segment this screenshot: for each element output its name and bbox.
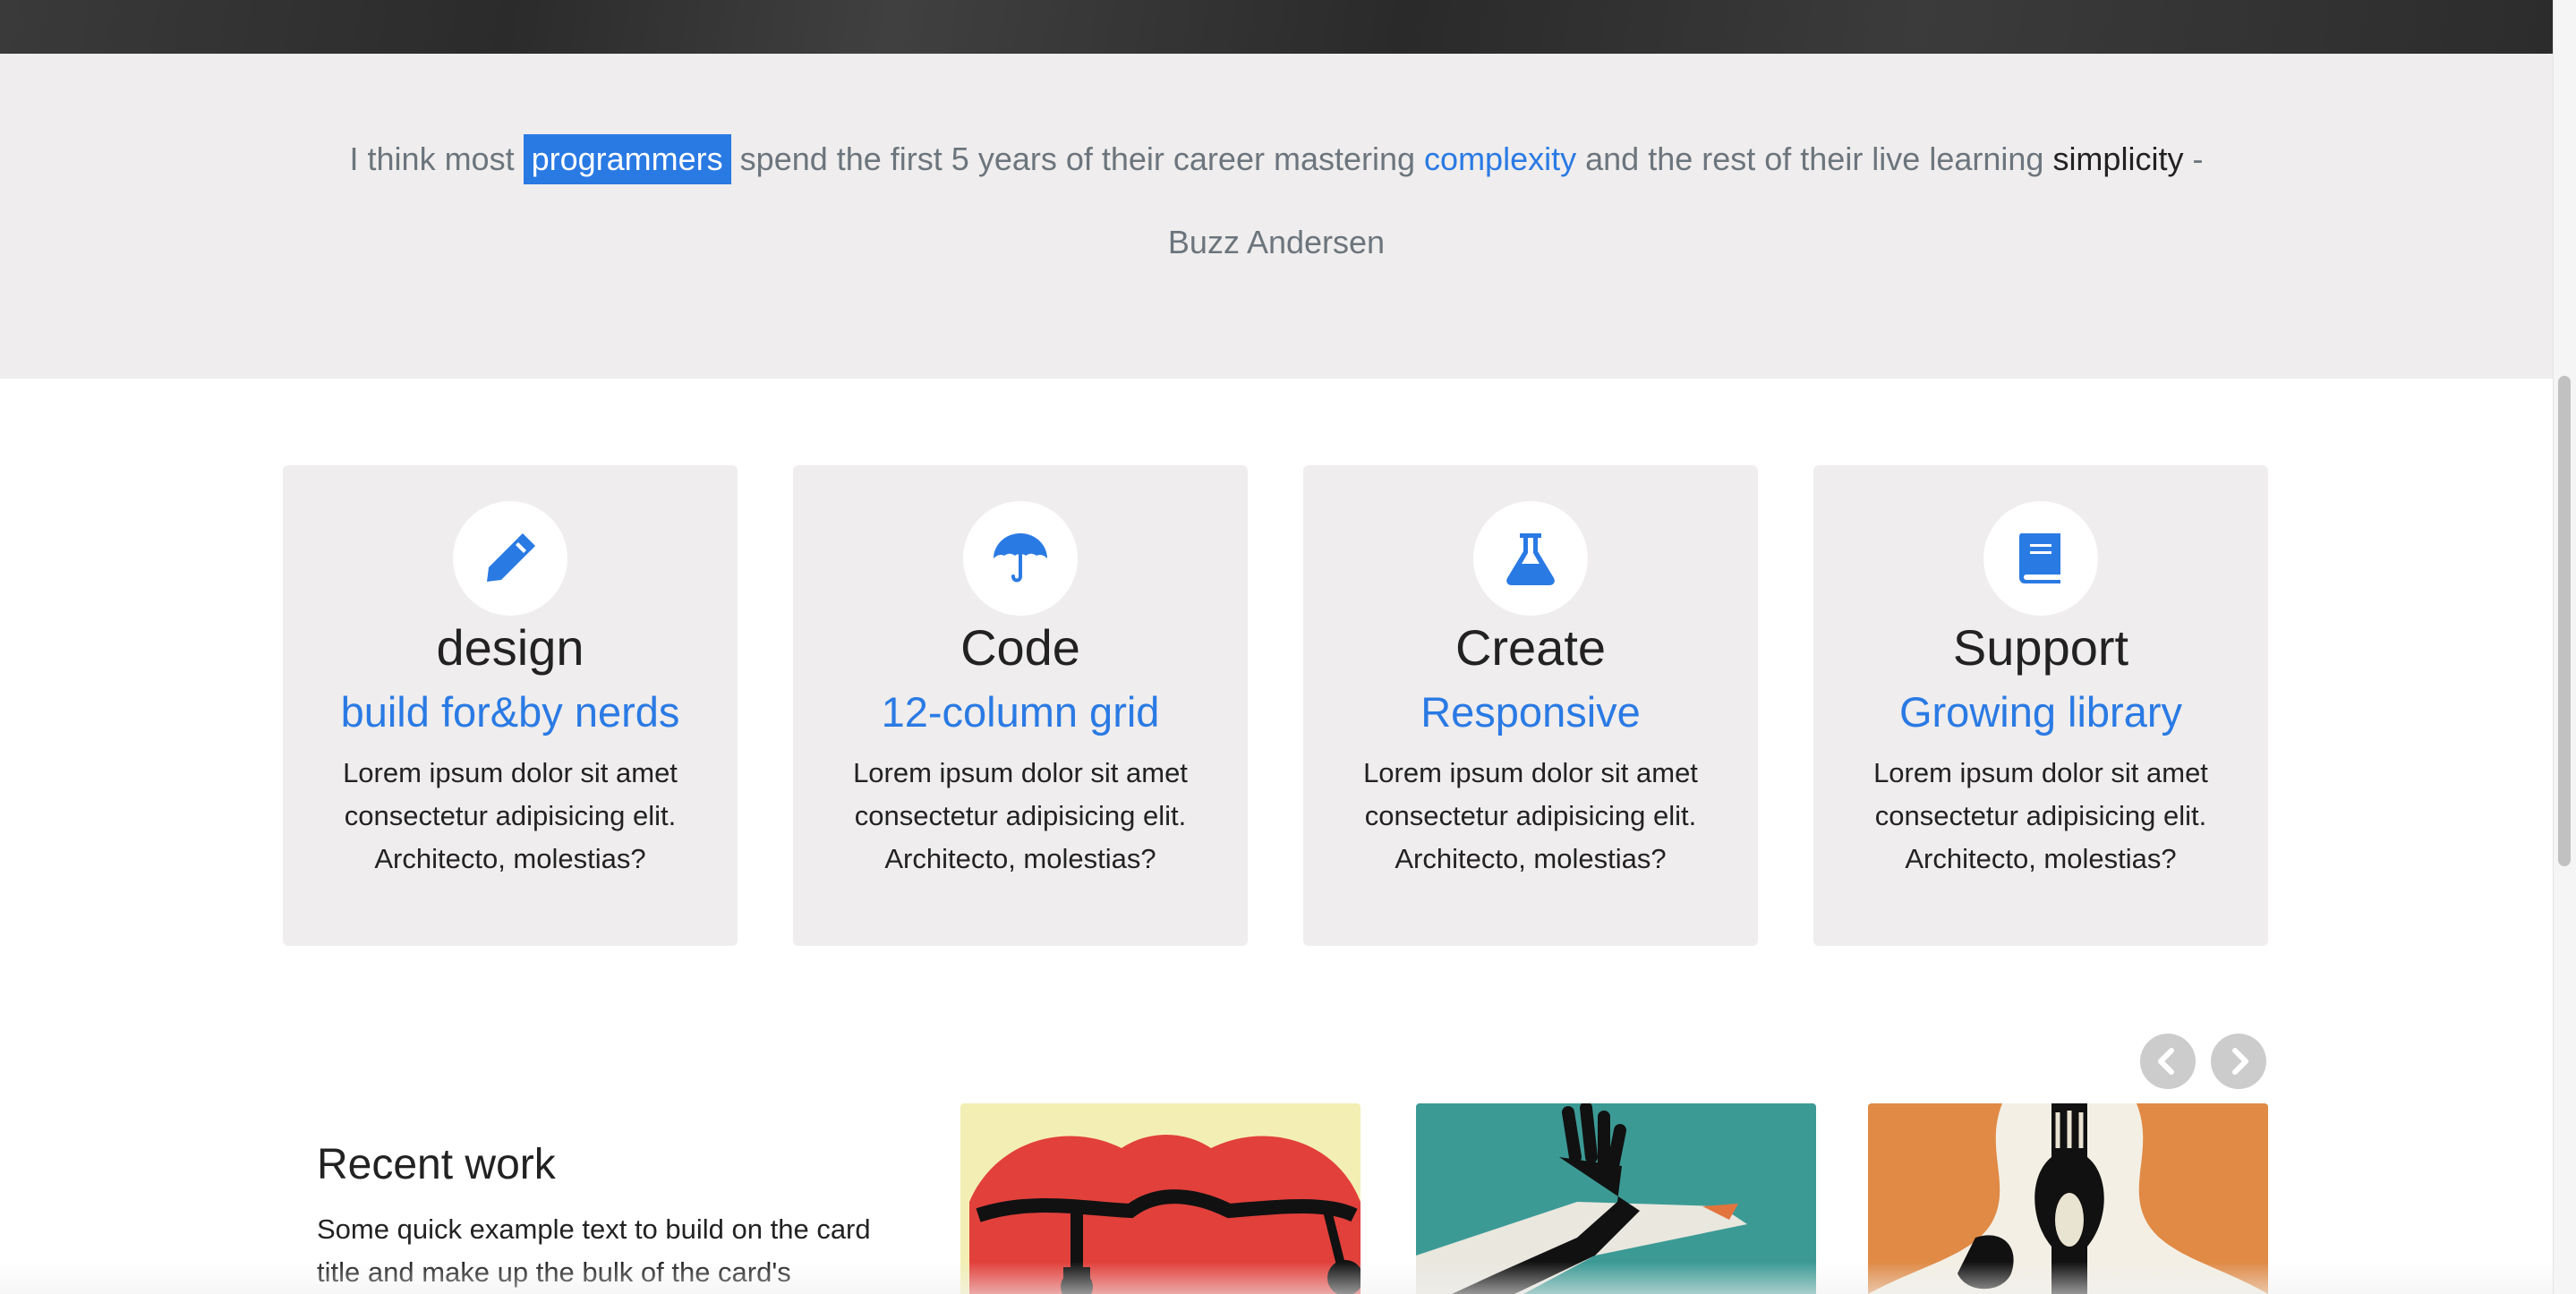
card-body: Lorem ipsum dolor sit amet consectetur a… — [1363, 757, 1698, 874]
umbrella-icon — [963, 501, 1078, 616]
quote-highlight: programmers — [523, 134, 731, 184]
card-body: Lorem ipsum dolor sit amet consectetur a… — [1873, 757, 2208, 874]
chevron-right-icon — [2232, 1048, 2248, 1075]
card-title: Code — [960, 619, 1080, 676]
quote-part: I think most — [349, 140, 515, 177]
feature-card-code: Code 12-column grid Lorem ipsum dolor si… — [793, 465, 1248, 946]
card-subtitle: Growing library — [1898, 688, 2183, 736]
quote-part: and the rest of their live learning — [1585, 140, 2044, 177]
feature-card-design: design build for&by nerds Lorem ipsum do… — [283, 465, 738, 946]
quote-section: I think most programmers spend the first… — [0, 54, 2553, 379]
card-subtitle: 12-column grid — [881, 688, 1160, 736]
flask-icon — [1473, 501, 1588, 616]
quote-text: I think most programmers spend the first… — [0, 134, 2553, 184]
card-body: Lorem ipsum dolor sit amet consectetur a… — [343, 757, 678, 874]
carousel-next-button[interactable] — [2211, 1034, 2266, 1089]
recent-work-image-hand[interactable] — [1416, 1103, 1816, 1294]
card-title: Support — [1952, 619, 2129, 676]
quote-emphasis: complexity — [1424, 140, 1577, 177]
book-icon — [1983, 501, 2098, 616]
recent-work-title: Recent work — [317, 1141, 556, 1188]
recent-work-image-faces[interactable] — [1868, 1103, 2268, 1294]
card-subtitle: build for&by nerds — [340, 688, 680, 736]
feature-card-support: Support Growing library Lorem ipsum dolo… — [1813, 465, 2268, 946]
recent-work-image-lips[interactable] — [960, 1103, 1361, 1294]
recent-work-text: Some quick example text to build on the … — [317, 1213, 871, 1288]
quote-author: Buzz Andersen — [1167, 224, 1386, 260]
chevron-left-icon — [2158, 1048, 2174, 1075]
carousel-prev-button[interactable] — [2140, 1034, 2196, 1089]
card-title: Create — [1454, 619, 1607, 676]
card-body: Lorem ipsum dolor sit amet consectetur a… — [853, 757, 1188, 874]
card-subtitle: Responsive — [1420, 688, 1641, 736]
pencil-icon — [453, 501, 567, 616]
scrollbar-thumb[interactable] — [2558, 376, 2571, 866]
quote-part: spend the first 5 years of their career … — [739, 140, 1416, 177]
header-banner — [0, 0, 2553, 54]
feature-card-create: Create Responsive Lorem ipsum dolor sit … — [1303, 465, 1758, 946]
card-title: design — [436, 619, 584, 676]
quote-dash: - — [2192, 140, 2204, 177]
quote-keyword: simplicity — [2052, 140, 2184, 177]
